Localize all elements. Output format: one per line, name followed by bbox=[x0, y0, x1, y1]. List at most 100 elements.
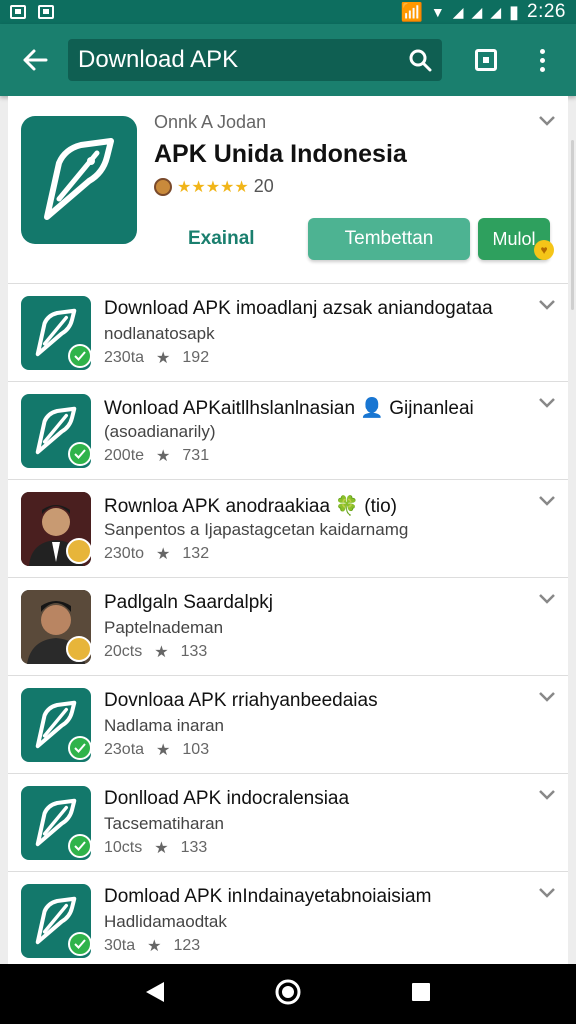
item-subtitle: Tacsematiharan bbox=[104, 814, 225, 833]
app-bar: Download APK bbox=[0, 24, 576, 96]
open-button-label: Mulol bbox=[492, 228, 536, 249]
navigation-bar bbox=[0, 964, 576, 1024]
item-rating: 132 bbox=[182, 545, 210, 562]
item-size: 230ta bbox=[104, 349, 145, 366]
recents-button[interactable] bbox=[410, 981, 432, 1008]
chevron-down-icon[interactable] bbox=[538, 298, 556, 316]
back-arrow-icon bbox=[23, 49, 48, 71]
status-time: 2:26 bbox=[527, 1, 566, 22]
avatar bbox=[154, 177, 172, 196]
item-meta: 200te ★ 731 bbox=[104, 446, 209, 466]
scrollbar[interactable] bbox=[571, 140, 574, 310]
star-icon: ★ bbox=[156, 546, 171, 563]
item-meta: 23ota ★ 103 bbox=[104, 740, 209, 760]
open-button[interactable]: Mulol ♥ bbox=[478, 218, 554, 260]
back-button[interactable] bbox=[8, 24, 62, 96]
item-meta: 230ta ★ 192 bbox=[104, 348, 209, 368]
list-item[interactable]: Download APK imoadlanj azsak aniandogata… bbox=[8, 284, 568, 382]
search-input[interactable]: Download APK bbox=[78, 46, 408, 74]
item-meta: 10cts ★ 133 bbox=[104, 838, 207, 858]
signal-icon: ◢ bbox=[452, 3, 464, 20]
chevron-down-icon[interactable] bbox=[538, 396, 556, 414]
check-icon bbox=[68, 932, 92, 956]
item-title: Download APK imoadlanj azsak aniandogata… bbox=[104, 298, 493, 319]
list-item[interactable]: Dovnloaa APK rriahyanbeedaias Nadlama in… bbox=[8, 676, 568, 774]
item-size: 200te bbox=[104, 447, 145, 464]
battery-icon: ▮ bbox=[509, 1, 520, 22]
item-size: 10cts bbox=[104, 839, 143, 856]
status-bar: 📶 ▼ ◢ ◢ ◢ ▮ 2:26 bbox=[0, 0, 576, 24]
list-item[interactable]: Padlgaln Saardalpkj Paptelnademan 20cts ★… bbox=[8, 578, 568, 676]
item-title: Domload APK inIndainayetabnoiaisiam bbox=[104, 886, 432, 907]
signal-icon-2: ◢ bbox=[471, 3, 483, 20]
item-rating: 123 bbox=[173, 937, 201, 954]
item-meta: 230to ★ 132 bbox=[104, 544, 209, 564]
external-button[interactable]: Exainal bbox=[188, 228, 255, 250]
check-icon bbox=[68, 344, 92, 368]
star-icon: ★ bbox=[156, 448, 171, 465]
badge-icon bbox=[66, 636, 92, 662]
star-icon: ★ bbox=[156, 742, 171, 759]
list-item[interactable]: Wonload APKaitllhslanlnasian 👤 Gijnanlea… bbox=[8, 382, 568, 480]
chevron-down-icon[interactable] bbox=[538, 494, 556, 512]
chevron-down-icon[interactable] bbox=[538, 114, 556, 132]
chevron-down-icon[interactable] bbox=[538, 788, 556, 806]
tabs-button[interactable] bbox=[458, 32, 514, 88]
signal-icon-3: ◢ bbox=[490, 3, 502, 20]
chevron-down-icon[interactable] bbox=[538, 690, 556, 708]
chevron-down-icon[interactable] bbox=[538, 592, 556, 610]
app-logo-icon bbox=[21, 116, 137, 244]
notification-icon bbox=[10, 5, 26, 19]
item-title: Dovnloaa APK rriahyanbeedaias bbox=[104, 690, 378, 711]
star-rating-icon: ★★★★★ bbox=[177, 178, 249, 196]
item-title: Padlgaln Saardalpkj bbox=[104, 592, 274, 613]
install-button[interactable]: Tembettan bbox=[308, 218, 470, 260]
badge-icon bbox=[66, 538, 92, 564]
more-options-button[interactable] bbox=[514, 32, 570, 88]
image-notification-icon bbox=[38, 5, 54, 19]
back-triangle-icon bbox=[146, 981, 164, 1002]
list-item[interactable]: Rownloa APK anodraakiaa 🍀 (tio) Sanpento… bbox=[8, 480, 568, 578]
rating-count: 20 bbox=[253, 176, 274, 196]
check-icon bbox=[68, 736, 92, 760]
item-subtitle: Hadlidamaodtak bbox=[104, 912, 227, 931]
star-icon: ★ bbox=[154, 644, 169, 661]
item-meta: 30ta ★ 123 bbox=[104, 936, 200, 956]
list-item[interactable]: Donlload APK indocralensiaa Tacsematihar… bbox=[8, 774, 568, 872]
app-title: APK Unida Indonesia bbox=[154, 140, 407, 168]
home-button[interactable] bbox=[274, 978, 302, 1011]
item-size: 23ota bbox=[104, 741, 145, 758]
content-panel: Onnk A Jodan APK Unida Indonesia ★★★★★ 2… bbox=[8, 96, 568, 964]
check-icon bbox=[68, 834, 92, 858]
bluetooth-icon: 📶 bbox=[400, 1, 423, 22]
item-size: 30ta bbox=[104, 937, 136, 954]
item-subtitle: Nadlama inaran bbox=[104, 716, 225, 735]
item-title: Donlload APK indocralensiaa bbox=[104, 788, 350, 809]
star-icon: ★ bbox=[147, 938, 162, 955]
star-icon: ★ bbox=[154, 840, 169, 857]
wifi-icon: ▼ bbox=[430, 4, 445, 20]
check-icon bbox=[68, 442, 92, 466]
home-circle-icon bbox=[275, 979, 301, 1004]
featured-app-card[interactable]: Onnk A Jodan APK Unida Indonesia ★★★★★ 2… bbox=[8, 96, 568, 284]
search-icon[interactable] bbox=[408, 48, 432, 72]
star-icon: ★ bbox=[156, 350, 171, 367]
item-subtitle: Paptelnademan bbox=[104, 618, 224, 637]
item-subtitle: (asoadianarily) bbox=[104, 422, 216, 441]
item-meta: 20cts ★ 133 bbox=[104, 642, 207, 662]
item-subtitle: nodlanatosapk bbox=[104, 324, 215, 343]
more-vert-icon bbox=[539, 48, 545, 72]
chevron-down-icon[interactable] bbox=[538, 886, 556, 904]
item-rating: 731 bbox=[182, 447, 210, 464]
search-field[interactable]: Download APK bbox=[68, 39, 442, 81]
developer-name[interactable]: Onnk A Jodan bbox=[154, 112, 266, 133]
item-size: 230to bbox=[104, 545, 145, 562]
heart-badge-icon: ♥ bbox=[534, 240, 554, 260]
list-item[interactable]: Domload APK inIndainayetabnoiaisiam Hadl… bbox=[8, 872, 568, 964]
item-title: Wonload APKaitllhslanlnasian 👤 Gijnanlea… bbox=[104, 398, 474, 419]
item-rating: 133 bbox=[180, 643, 208, 660]
rating-row: ★★★★★ 20 bbox=[154, 176, 274, 197]
item-subtitle: Sanpentos a Ijapastagcetan kaidarnamg bbox=[104, 520, 409, 539]
item-size: 20cts bbox=[104, 643, 143, 660]
back-nav-button[interactable] bbox=[144, 980, 166, 1009]
